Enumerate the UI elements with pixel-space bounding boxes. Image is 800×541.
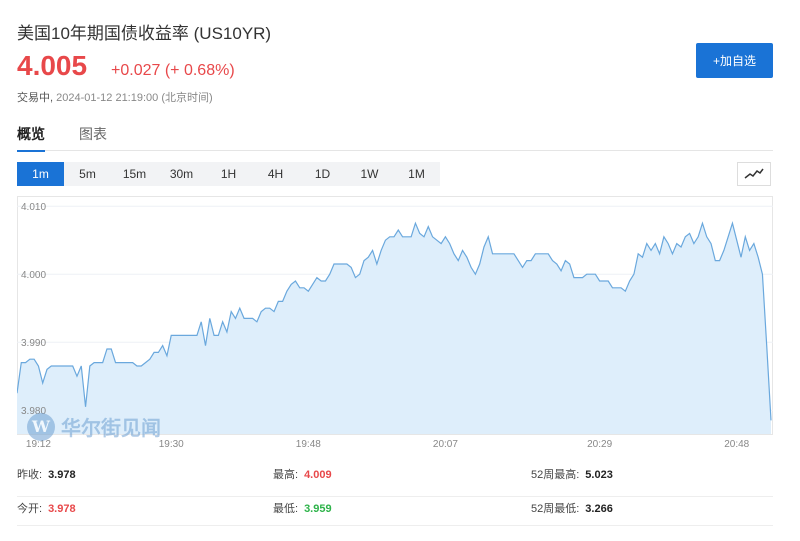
stat-prev-close: 昨收: 3.978 <box>17 466 76 482</box>
y-tick-label: 4.000 <box>21 270 46 281</box>
price-chart[interactable]: 4.010 4.000 3.990 3.980 19:12 19:30 19:48 20:07… <box>17 196 773 454</box>
y-tick-label: 4.010 <box>21 202 46 213</box>
stat-label: 昨收: <box>17 469 43 481</box>
stat-value: 3.978 <box>48 469 76 481</box>
page-title: 美国10年期国债收益率 (US10YR) <box>17 24 272 43</box>
period-15m[interactable]: 15m <box>111 162 158 186</box>
stat-label: 今开: <box>17 503 43 515</box>
timestamp: 2024-01-12 21:19:00 (北京时间) <box>56 92 213 104</box>
period-1w[interactable]: 1W <box>346 162 393 186</box>
stats-row: 昨收: 3.978 最高: 4.009 52周最高: 5.023 <box>17 466 773 497</box>
x-tick-label: 20:48 <box>724 439 749 450</box>
period-5m[interactable]: 5m <box>64 162 111 186</box>
x-tick-label: 19:30 <box>159 439 184 450</box>
stat-low: 最低: 3.959 <box>273 500 332 516</box>
period-selector: 1m 5m 15m 30m 1H 4H 1D 1W 1M <box>17 162 440 186</box>
stat-value: 4.009 <box>304 469 332 481</box>
watermark-logo: W <box>27 412 55 441</box>
stat-label: 最高: <box>273 469 299 481</box>
tab-chart[interactable]: 图表 <box>79 124 107 150</box>
period-1mo[interactable]: 1M <box>393 162 440 186</box>
stat-value: 3.978 <box>48 503 76 515</box>
line-chart-icon <box>744 168 764 179</box>
period-1d[interactable]: 1D <box>299 162 346 186</box>
price-change: +0.027 (+ 0.68%) <box>111 62 235 79</box>
tab-overview[interactable]: 概览 <box>17 124 45 152</box>
watermark-text: 华尔街见闻 <box>61 418 161 440</box>
tab-bar: 概览 图表 <box>17 124 773 152</box>
stat-52w-high: 52周最高: 5.023 <box>531 466 613 482</box>
stat-label: 最低: <box>273 503 299 515</box>
status-label: 交易中, <box>17 92 54 104</box>
trading-status: 交易中, 2024-01-12 21:19:00 (北京时间) <box>17 89 213 105</box>
chart-type-button[interactable] <box>737 162 771 186</box>
stat-label: 52周最低: <box>531 503 580 515</box>
add-watchlist-button[interactable]: +加自选 <box>696 43 773 78</box>
period-1h[interactable]: 1H <box>205 162 252 186</box>
stats-row: 今开: 3.978 最低: 3.959 52周最低: 3.266 <box>17 495 773 526</box>
y-tick-label: 3.990 <box>21 338 46 349</box>
period-30m[interactable]: 30m <box>158 162 205 186</box>
x-tick-label: 20:07 <box>433 439 458 450</box>
stat-value: 5.023 <box>585 469 613 481</box>
watermark: W 华尔街见闻 <box>27 412 161 441</box>
x-tick-label: 20:29 <box>587 439 612 450</box>
period-4h[interactable]: 4H <box>252 162 299 186</box>
x-tick-label: 19:48 <box>296 439 321 450</box>
stat-52w-low: 52周最低: 3.266 <box>531 500 613 516</box>
stat-label: 52周最高: <box>531 469 580 481</box>
stat-high: 最高: 4.009 <box>273 466 332 482</box>
stat-open: 今开: 3.978 <box>17 500 76 516</box>
period-1m[interactable]: 1m <box>17 162 64 186</box>
current-price: 4.005 <box>17 50 88 81</box>
stat-value: 3.266 <box>585 503 613 515</box>
stat-value: 3.959 <box>304 503 332 515</box>
